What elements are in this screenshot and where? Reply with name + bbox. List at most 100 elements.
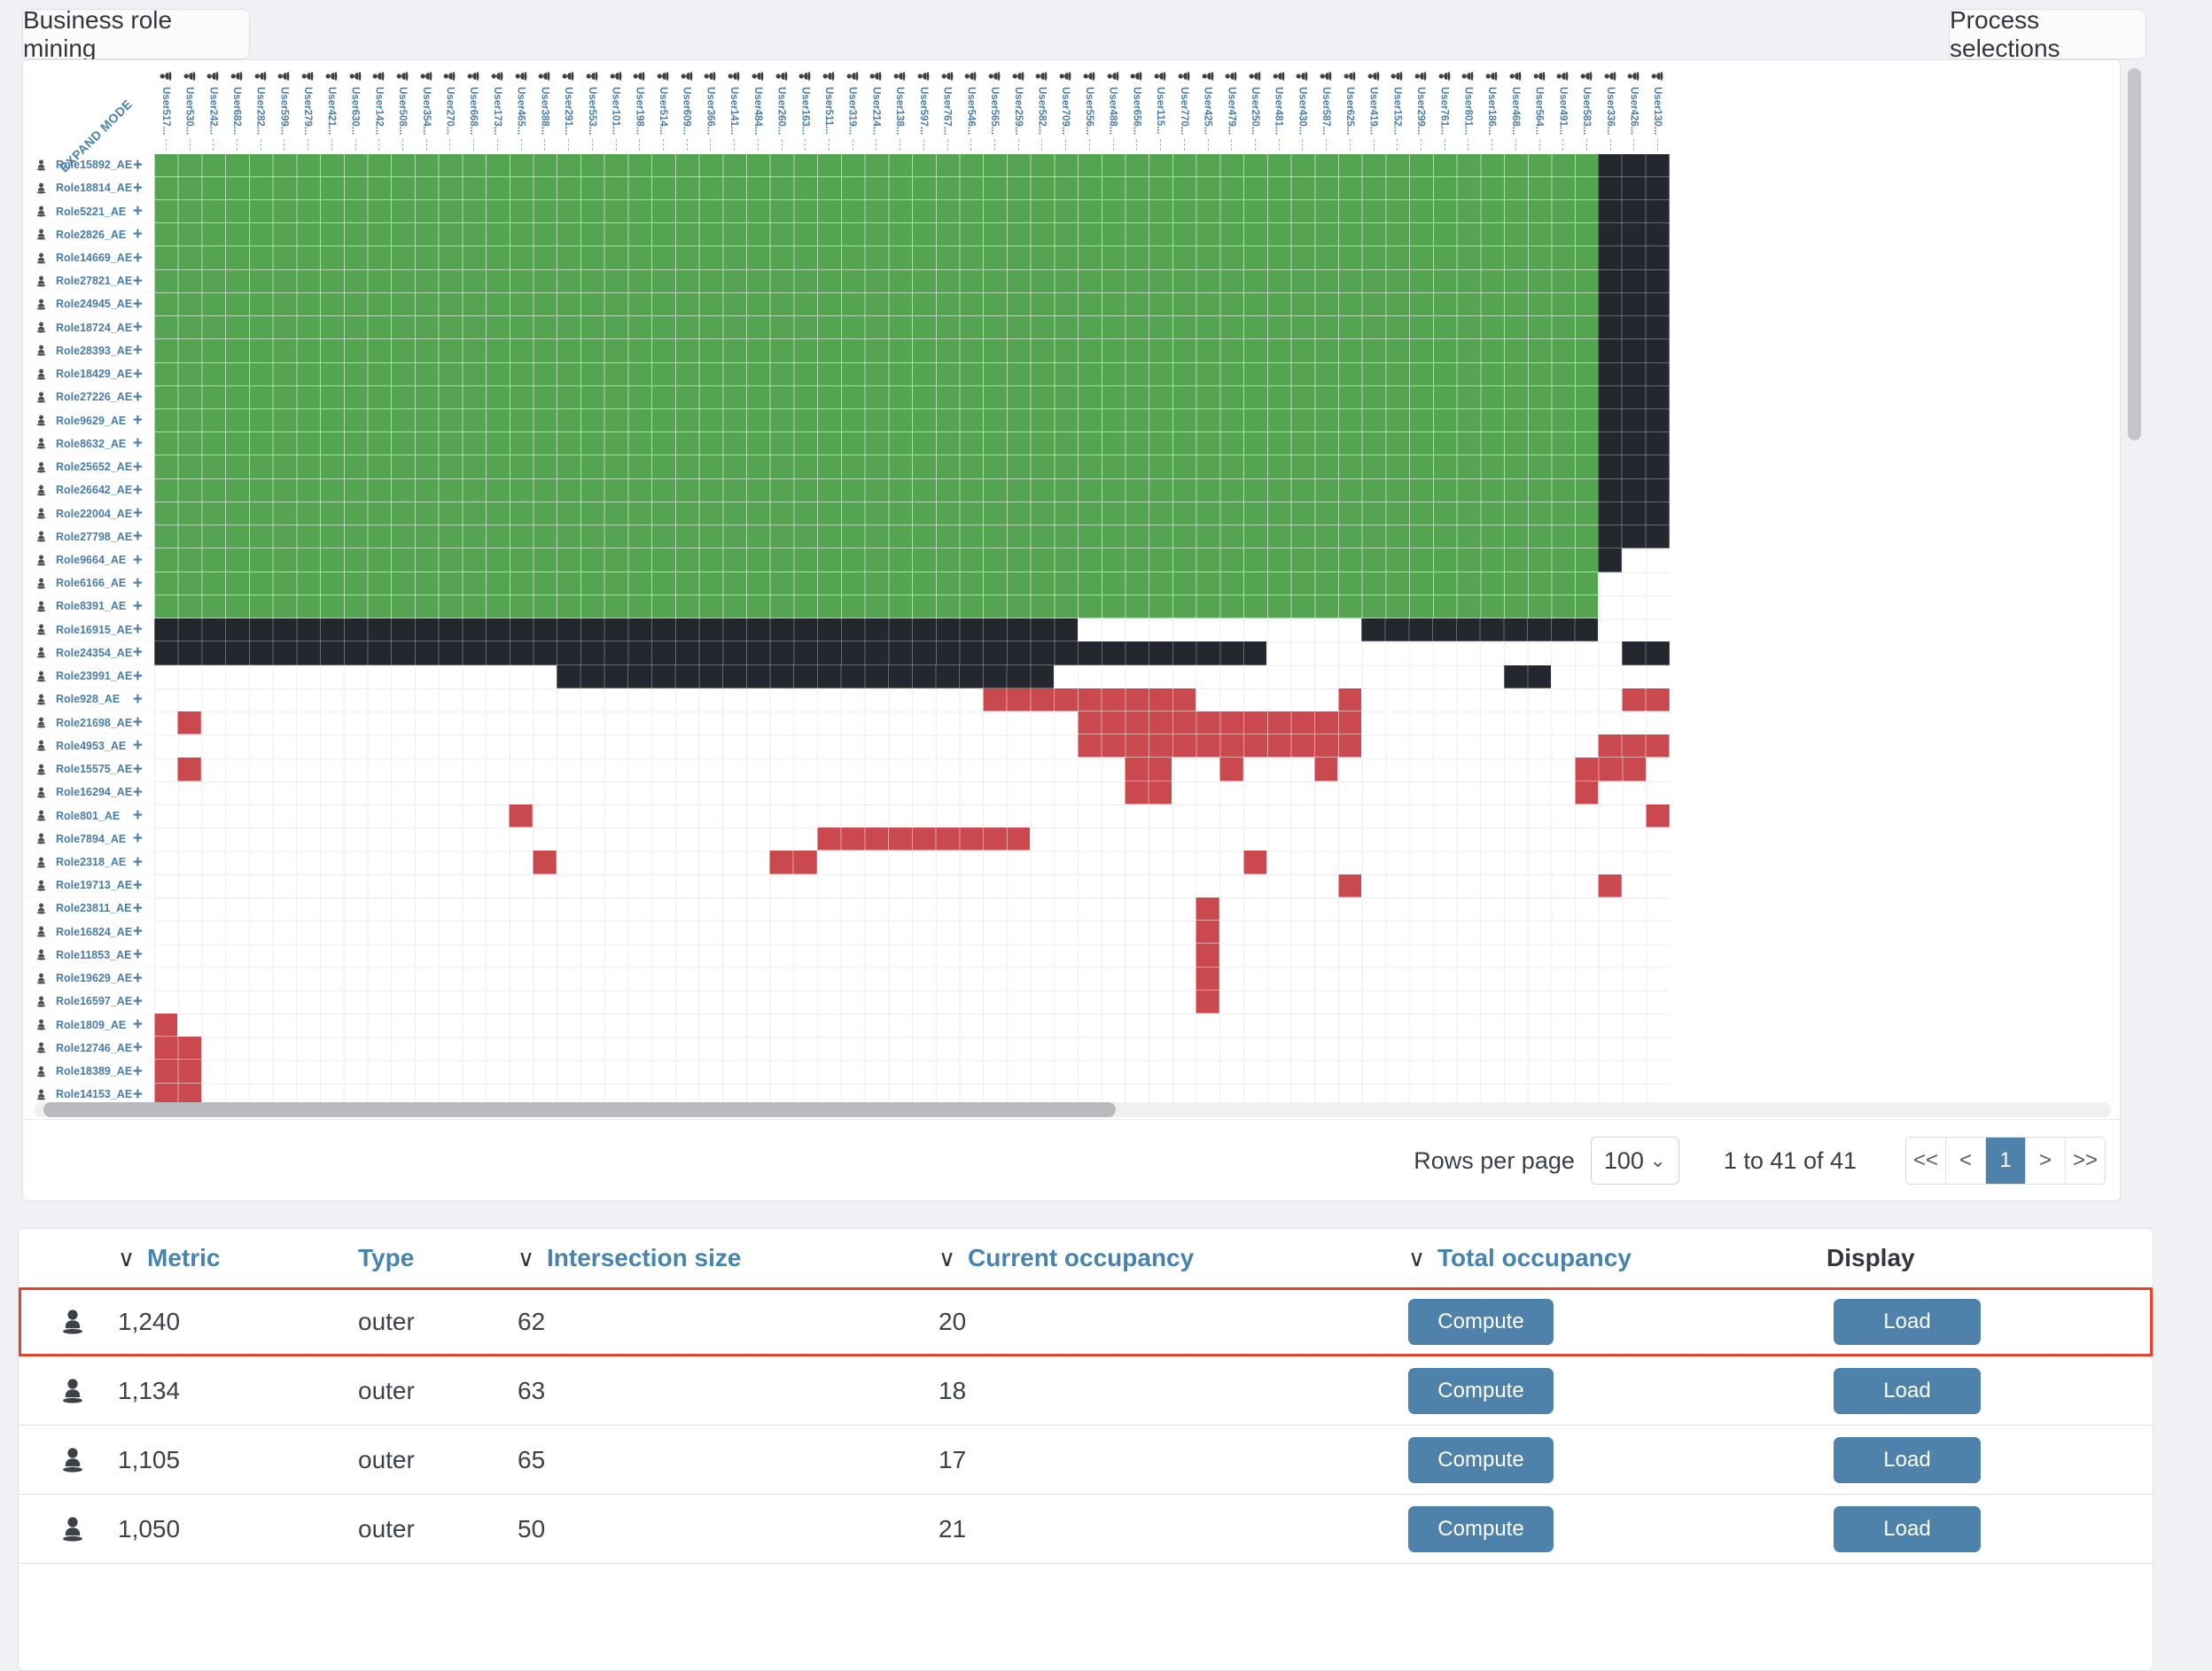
matrix-column-header[interactable]: User421... xyxy=(320,60,344,153)
prev-page-button[interactable]: < xyxy=(1946,1138,1986,1184)
matrix-cell-run[interactable] xyxy=(154,595,1599,618)
expand-plus-icon[interactable]: + xyxy=(133,668,143,685)
matrix-column-header[interactable]: User556... xyxy=(1078,60,1102,153)
expand-plus-icon[interactable]: + xyxy=(133,1016,143,1033)
matrix-row-header[interactable]: Role15892_AE+ xyxy=(23,154,153,177)
matrix-row-header[interactable]: Role27226_AE+ xyxy=(23,386,153,409)
expand-plus-icon[interactable]: + xyxy=(133,459,143,476)
expand-plus-icon[interactable]: + xyxy=(133,226,143,243)
next-page-button[interactable]: > xyxy=(2026,1138,2066,1184)
matrix-row-header[interactable]: Role18724_AE+ xyxy=(23,316,153,339)
matrix-row-header[interactable]: Role14669_AE+ xyxy=(23,246,153,269)
matrix-column-header[interactable]: User668... xyxy=(462,60,486,153)
expand-plus-icon[interactable]: + xyxy=(133,761,143,778)
matrix-row-header[interactable]: Role9629_AE+ xyxy=(23,409,153,432)
matrix-column-header[interactable]: User517... xyxy=(154,60,178,153)
expand-plus-icon[interactable]: + xyxy=(133,203,143,220)
expand-plus-icon[interactable]: + xyxy=(133,389,143,406)
matrix-column-header[interactable]: User609... xyxy=(674,60,698,153)
matrix-column-header[interactable]: User259... xyxy=(1006,60,1030,153)
column-header-metric[interactable]: ∨ Metric xyxy=(118,1229,221,1287)
expand-plus-icon[interactable]: + xyxy=(133,644,143,661)
matrix-cell-run[interactable] xyxy=(154,270,1599,293)
matrix-column-header[interactable]: User250... xyxy=(1243,60,1267,153)
expand-plus-icon[interactable]: + xyxy=(133,552,143,569)
matrix-column-header[interactable]: User198... xyxy=(627,60,651,153)
matrix-row-header[interactable]: Role16294_AE+ xyxy=(23,781,153,804)
matrix-column-header[interactable]: User709... xyxy=(1054,60,1078,153)
load-button[interactable]: Load xyxy=(1834,1437,1981,1483)
matrix-cell-run[interactable] xyxy=(154,246,1599,269)
matrix-column-header[interactable]: User186... xyxy=(1480,60,1504,153)
matrix-row-header[interactable]: Role24945_AE+ xyxy=(23,293,153,316)
load-button[interactable]: Load xyxy=(1834,1299,1981,1345)
matrix-cell-run[interactable] xyxy=(1598,502,1669,525)
matrix-column-header[interactable]: User142... xyxy=(367,60,391,153)
expand-plus-icon[interactable]: + xyxy=(133,482,143,499)
matrix-column-header[interactable]: User625... xyxy=(1338,60,1362,153)
matrix-cell-run[interactable] xyxy=(154,154,1599,177)
expand-plus-icon[interactable]: + xyxy=(133,691,143,708)
expand-plus-icon[interactable]: + xyxy=(133,621,143,638)
matrix-row-header[interactable]: Role18814_AE+ xyxy=(23,177,153,200)
matrix-row-header[interactable]: Role25652_AE+ xyxy=(23,455,153,478)
matrix-row-header[interactable]: Role12746_AE+ xyxy=(23,1037,153,1060)
matrix-column-header[interactable]: User336... xyxy=(1598,60,1622,153)
expand-plus-icon[interactable]: + xyxy=(133,1063,143,1080)
matrix-column-header[interactable]: User530... xyxy=(177,60,201,153)
compute-button[interactable]: Compute xyxy=(1408,1368,1554,1414)
matrix-cell-run[interactable] xyxy=(1575,758,1646,781)
matrix-column-header[interactable]: User354... xyxy=(414,60,438,153)
expand-plus-icon[interactable]: + xyxy=(133,598,143,615)
matrix-column-header[interactable]: User138... xyxy=(888,60,912,153)
expand-plus-icon[interactable]: + xyxy=(133,180,143,197)
matrix-column-header[interactable]: User767... xyxy=(935,60,959,153)
column-header-intersection-size[interactable]: ∨ Intersection size xyxy=(518,1229,741,1287)
expand-plus-icon[interactable]: + xyxy=(133,435,143,452)
matrix-row-header[interactable]: Role8391_AE+ xyxy=(23,595,153,618)
matrix-cell-run[interactable] xyxy=(154,1014,178,1037)
matrix-cell-run[interactable] xyxy=(1598,177,1669,200)
matrix-row-header[interactable]: Role1809_AE+ xyxy=(23,1014,153,1037)
matrix-cell-run[interactable] xyxy=(1196,921,1219,944)
matrix-column-header[interactable]: User761... xyxy=(1432,60,1456,153)
expand-plus-icon[interactable]: + xyxy=(133,366,143,383)
matrix-cell-run[interactable] xyxy=(154,363,1599,386)
matrix-column-header[interactable]: User299... xyxy=(1409,60,1433,153)
matrix-cell-run[interactable] xyxy=(154,200,1599,223)
matrix-column-header[interactable]: User173... xyxy=(486,60,510,153)
matrix-cell-run[interactable] xyxy=(1598,200,1669,223)
matrix-column-header[interactable]: User152... xyxy=(1385,60,1409,153)
expand-plus-icon[interactable]: + xyxy=(133,737,143,754)
matrix-row-header[interactable]: Role9664_AE+ xyxy=(23,548,153,571)
matrix-cell-run[interactable] xyxy=(1598,223,1669,246)
matrix-row-header[interactable]: Role16824_AE+ xyxy=(23,921,153,944)
matrix-cell-run[interactable] xyxy=(154,618,1078,641)
matrix-column-header[interactable]: User587... xyxy=(1314,60,1338,153)
matrix-cell-run[interactable] xyxy=(1598,525,1669,548)
matrix-cell-run[interactable] xyxy=(1598,548,1622,571)
matrix-cell-run[interactable] xyxy=(1338,874,1362,898)
matrix-cell-run[interactable] xyxy=(154,223,1599,246)
matrix-cell-run[interactable] xyxy=(1314,758,1338,781)
matrix-row-header[interactable]: Role27798_AE+ xyxy=(23,525,153,548)
matrix-cell-run[interactable] xyxy=(1598,316,1669,339)
first-page-button[interactable]: << xyxy=(1906,1138,1946,1184)
matrix-row-header[interactable]: Role26642_AE+ xyxy=(23,479,153,502)
matrix-cell-run[interactable] xyxy=(1598,734,1669,758)
compute-button[interactable]: Compute xyxy=(1408,1437,1554,1483)
matrix-cell-run[interactable] xyxy=(533,851,557,874)
table-row[interactable]: 1,105outer6517ComputeLoad xyxy=(19,1426,2153,1495)
matrix-cell-run[interactable] xyxy=(1243,851,1267,874)
matrix-cell-run[interactable] xyxy=(1598,409,1669,432)
matrix-column-header[interactable]: User282... xyxy=(248,60,272,153)
matrix-cell-run[interactable] xyxy=(1598,874,1622,898)
matrix-column-header[interactable]: User430... xyxy=(1290,60,1314,153)
matrix-column-header[interactable]: User366... xyxy=(698,60,722,153)
matrix-column-header[interactable]: User214... xyxy=(864,60,888,153)
matrix-row-header[interactable]: Role27821_AE+ xyxy=(23,270,153,293)
matrix-cell-run[interactable] xyxy=(154,339,1599,362)
matrix-column-header[interactable]: User546... xyxy=(959,60,983,153)
matrix-cell-run[interactable] xyxy=(1598,246,1669,269)
matrix-column-header[interactable]: User564... xyxy=(1527,60,1551,153)
